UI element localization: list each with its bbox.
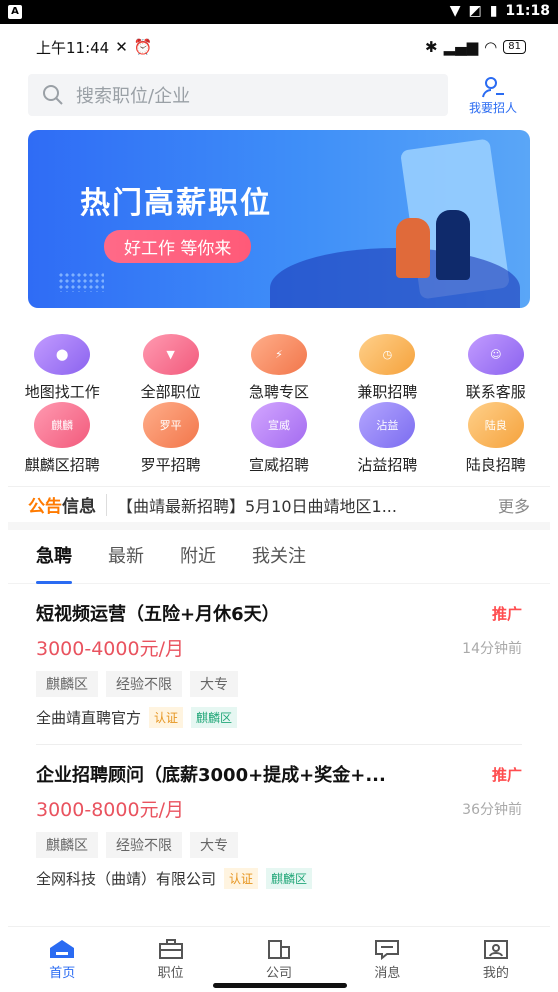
home-icon xyxy=(50,940,75,958)
posted-time: 36分钟前 xyxy=(462,801,522,818)
area-badge: 麒麟区 xyxy=(191,707,238,728)
briefcase-icon: ⚡ xyxy=(250,334,307,375)
bottom-navigation: 首页 职位 公司 消息 我的 xyxy=(8,926,550,992)
area-badge: 麒麟区 xyxy=(266,868,313,889)
announcement-bar[interactable]: 公告信息 【曲靖最新招聘】5月10日曲靖地区1... 更多 xyxy=(8,486,550,530)
nav-messages[interactable]: 消息 xyxy=(333,927,441,992)
person-illustration xyxy=(436,210,470,280)
tie-icon: ▼ xyxy=(142,334,199,375)
notification-badge: A xyxy=(8,5,22,19)
category-all-jobs[interactable]: ▼ 全部职位 xyxy=(116,322,224,402)
location-pin-icon: 宣威 xyxy=(250,402,307,448)
job-tag: 大专 xyxy=(190,671,238,697)
verified-badge: 认证 xyxy=(149,707,184,728)
system-clock: 11:18 xyxy=(505,3,550,19)
nav-home[interactable]: 首页 xyxy=(8,927,116,992)
category-map-jobs[interactable]: ⬤ 地图找工作 xyxy=(8,322,116,402)
system-status-bar: A ▼ ◩ ▮ 11:18 xyxy=(0,0,558,24)
signal-icon: ▂▄▆ xyxy=(443,38,479,56)
location-pin-icon: 罗平 xyxy=(142,402,199,448)
search-row: 搜索职位/企业 我要招人 xyxy=(8,70,550,120)
recruit-label: 我要招人 xyxy=(468,100,517,115)
battery-icon: ▮ xyxy=(489,3,498,19)
job-tag: 大专 xyxy=(190,832,238,858)
wifi-icon: ▼ xyxy=(449,3,461,19)
salary: 3000-4000元/月 xyxy=(36,638,184,660)
clock-icon: ◷ xyxy=(359,334,416,375)
alarm-icon: ⏰ xyxy=(133,38,153,56)
category-part-time[interactable]: ◷ 兼职招聘 xyxy=(333,322,441,402)
company-name: 全曲靖直聘官方 xyxy=(36,709,142,727)
job-tag: 麒麟区 xyxy=(36,671,98,697)
banner-subtitle: 好工作 等你来 xyxy=(104,230,252,263)
district-luoping[interactable]: 罗平 罗平招聘 xyxy=(116,402,224,486)
district-luliang[interactable]: 陆良 陆良招聘 xyxy=(442,402,550,486)
map-pin-icon: ⬤ xyxy=(34,334,91,375)
salary: 3000-8000元/月 xyxy=(36,799,184,821)
announcement-text[interactable]: 【曲靖最新招聘】5月10日曲靖地区1... xyxy=(117,493,488,517)
nav-jobs[interactable]: 职位 xyxy=(116,927,224,992)
district-zhanyi[interactable]: 沾益 沾益招聘 xyxy=(333,402,441,486)
divider xyxy=(106,493,107,516)
person-illustration xyxy=(396,218,430,278)
message-icon xyxy=(375,940,400,960)
user-add-icon xyxy=(482,76,504,97)
search-icon xyxy=(43,85,63,105)
location-pin-icon: 陆良 xyxy=(467,402,524,448)
briefcase-icon xyxy=(158,939,183,959)
more-link[interactable]: 更多 xyxy=(498,493,530,517)
district-xuanwei[interactable]: 宣威 宣威招聘 xyxy=(225,402,333,486)
location-pin-icon: 沾益 xyxy=(359,402,416,448)
building-icon xyxy=(268,940,291,959)
profile-icon xyxy=(483,940,508,959)
tab-latest[interactable]: 最新 xyxy=(108,530,144,584)
job-tag: 经验不限 xyxy=(106,671,182,697)
category-grid: ⬤ 地图找工作 ▼ 全部职位 ⚡ 急聘专区 ◷ 兼职招聘 ☺ 联系客服 麒麟 麒… xyxy=(8,322,550,486)
home-indicator[interactable] xyxy=(213,983,347,988)
location-pin-icon: 麒麟 xyxy=(34,402,91,448)
job-card[interactable]: 短视频运营（五险+月休6天） 推广 3000-4000元/月 14分钟前 麒麟区… xyxy=(8,584,550,744)
nav-profile[interactable]: 我的 xyxy=(442,927,550,992)
category-customer-service[interactable]: ☺ 联系客服 xyxy=(442,322,550,402)
phone-status-bar: 上午11:44 ✕ ⏰ ✱ ▂▄▆ ◠ 81 xyxy=(8,24,550,70)
job-title: 短视频运营（五险+月休6天） xyxy=(36,604,280,625)
job-tabs: 急聘 最新 附近 我关注 xyxy=(8,530,550,584)
signal-off-icon: ◩ xyxy=(468,3,482,19)
verified-badge: 认证 xyxy=(224,868,259,889)
posted-time: 14分钟前 xyxy=(462,640,522,657)
mute-icon: ✕ xyxy=(115,38,128,56)
wifi-icon: ◠ xyxy=(484,38,498,56)
category-urgent[interactable]: ⚡ 急聘专区 xyxy=(225,322,333,402)
tab-nearby[interactable]: 附近 xyxy=(180,530,216,584)
recruit-button[interactable]: 我要招人 xyxy=(448,75,538,116)
district-qilin[interactable]: 麒麟 麒麟区招聘 xyxy=(8,402,116,486)
job-tag: 麒麟区 xyxy=(36,832,98,858)
battery-level: 81 xyxy=(503,40,526,54)
company-name: 全网科技（曲靖）有限公司 xyxy=(36,870,217,888)
promo-banner[interactable]: 热门高薪职位 好工作 等你来 xyxy=(28,130,530,308)
banner-title: 热门高薪职位 xyxy=(80,186,272,221)
announcement-logo: 公告信息 xyxy=(28,497,96,517)
search-placeholder: 搜索职位/企业 xyxy=(76,86,191,107)
service-icon: ☺ xyxy=(467,334,524,375)
job-tag: 经验不限 xyxy=(106,832,182,858)
tab-following[interactable]: 我关注 xyxy=(252,530,306,584)
job-title: 企业招聘顾问（底薪3000+提成+奖金+... xyxy=(36,765,386,786)
banner-decoration xyxy=(58,272,104,292)
bluetooth-icon: ✱ xyxy=(424,38,438,56)
promo-badge: 推广 xyxy=(491,604,522,623)
promo-badge: 推广 xyxy=(491,765,522,784)
app-screen: 上午11:44 ✕ ⏰ ✱ ▂▄▆ ◠ 81 搜索职位/企业 我要招人 热门高薪… xyxy=(8,24,550,992)
status-time: 上午11:44 xyxy=(36,38,110,57)
job-card[interactable]: 企业招聘顾问（底薪3000+提成+奖金+... 推广 3000-8000元/月 … xyxy=(36,744,522,904)
tab-urgent[interactable]: 急聘 xyxy=(36,530,72,584)
search-input[interactable]: 搜索职位/企业 xyxy=(28,74,448,116)
